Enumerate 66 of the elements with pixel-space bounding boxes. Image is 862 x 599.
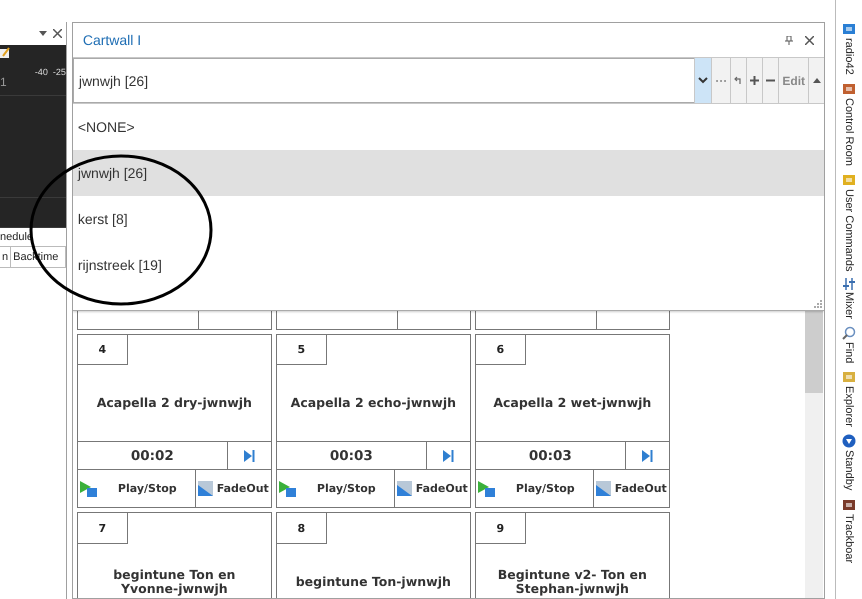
undo-icon [734, 76, 744, 85]
cart-title: Acapella 2 wet-jwnwjh [493, 396, 652, 410]
cart-cell[interactable]: 9 Begintune v2- Ton en Stephan-jwnwjh [474, 512, 670, 598]
cart-number: 7 [78, 513, 128, 544]
cart-title: begintune Ton-jwnwjh [296, 574, 451, 590]
fade-icon [198, 481, 213, 496]
cartwall-select[interactable]: jwnwjh [26] [72, 58, 694, 103]
cart-title: Acapella 2 dry-jwnwjh [96, 396, 252, 410]
triangle-up-icon [812, 78, 821, 83]
meter-scale-label: -25 [52, 67, 66, 77]
minus-icon [766, 79, 776, 82]
fade-icon [396, 481, 412, 496]
cart-cell[interactable]: 4 Acapella 2 dry-jwnwjh 00:02 Play/Stop FadeOut [76, 334, 272, 508]
plus-icon [750, 76, 760, 85]
cart-cell[interactable]: 7 begintune Ton en Yvonne-jwnwjh [76, 512, 272, 598]
close-icon[interactable] [52, 29, 62, 38]
cart-number: 8 [276, 513, 327, 544]
dropdown-button[interactable] [694, 58, 712, 103]
play-stop-button[interactable]: Play/Stop [276, 470, 395, 507]
caret-down-icon[interactable] [38, 31, 47, 36]
chevron-down-icon [698, 77, 708, 84]
close-icon[interactable] [805, 36, 814, 44]
standby-icon [842, 434, 856, 448]
panel-title: Cartwall I [82, 32, 142, 48]
cart-title: Acapella 2 echo-jwnwjh [290, 396, 456, 410]
skip-end-icon [244, 450, 255, 462]
dock-tab[interactable]: Find [842, 326, 856, 364]
cart-cell[interactable]: 5 Acapella 2 echo-jwnwjh 00:03 Play/Stop FadeOut [276, 334, 471, 508]
dropdown-item[interactable]: rijnstreek [19] [72, 242, 824, 288]
dock-tab[interactable]: Trackboar [842, 498, 856, 563]
cart-number: 6 [476, 335, 526, 366]
dropdown-item[interactable]: <NONE> [72, 104, 824, 150]
scroll-up-button[interactable] [808, 58, 824, 103]
cart-duration: 00:02 [130, 446, 175, 466]
cart-number: 5 [276, 335, 327, 366]
cart-title: Begintune v2- Ton en Stephan-jwnwjh [496, 568, 648, 596]
column-header: n [0, 247, 12, 267]
remove-button[interactable] [762, 58, 778, 103]
fade-icon [596, 481, 611, 496]
cart-cell[interactable]: 8 begintune Ton-jwnwjh [276, 512, 471, 598]
dock-tab[interactable]: User Commands [842, 172, 856, 272]
dock-tab[interactable]: Standby [842, 434, 856, 491]
dock-tab[interactable]: Explorer [842, 370, 856, 428]
cart-duration: 00:03 [528, 446, 573, 466]
dock-tab[interactable]: radio42 [842, 22, 856, 75]
skip-end-icon [642, 450, 653, 462]
add-button[interactable] [746, 58, 762, 103]
play-stop-button[interactable]: Play/Stop [476, 470, 594, 507]
play-stop-button[interactable]: Play/Stop [78, 470, 196, 507]
cart-number: 4 [78, 335, 128, 366]
dock-tab[interactable]: Control Room [842, 82, 856, 166]
dropdown-item[interactable]: kerst [8] [72, 196, 824, 242]
cart-title: begintune Ton en Yvonne-jwnwjh [112, 568, 236, 596]
resize-grip-icon[interactable] [814, 300, 822, 308]
meter-scale-label: -40 [34, 67, 48, 77]
cart-cell[interactable]: 6 Acapella 2 wet-jwnwjh 00:03 Play/Stop FadeOut [474, 334, 670, 508]
skip-end-icon [442, 450, 454, 462]
counter-text: 1 [0, 75, 7, 89]
pin-icon[interactable] [785, 36, 794, 44]
cart-duration: 00:03 [328, 446, 374, 466]
mixer-icon [842, 278, 856, 290]
pencil-icon [0, 47, 10, 59]
search-icon [842, 326, 856, 340]
cart-number: 9 [476, 513, 526, 544]
dropdown-item[interactable]: jwnwjh [26] [72, 150, 824, 196]
dock-tab[interactable]: Mixer [842, 278, 856, 319]
